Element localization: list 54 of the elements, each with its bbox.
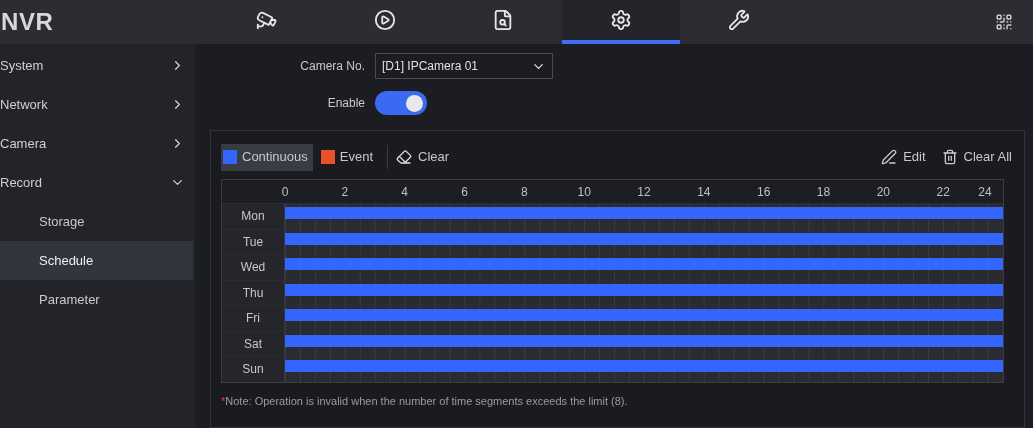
hour-label: 24	[978, 184, 992, 201]
hour-label: 20	[876, 184, 890, 201]
file-search-icon	[492, 9, 514, 31]
hour-label: 0	[281, 184, 289, 201]
trash-icon	[941, 149, 958, 165]
enable-toggle[interactable]	[375, 91, 427, 115]
day-label: Thu	[222, 280, 285, 305]
day-timeline[interactable]	[285, 357, 1003, 382]
day-timeline[interactable]	[285, 204, 1003, 229]
day-label: Sat	[222, 331, 285, 356]
camera-icon	[256, 9, 278, 31]
qr-code-button[interactable]	[995, 13, 1013, 31]
hour-label: 16	[757, 184, 771, 201]
hour-label: 14	[697, 184, 711, 201]
sidebar-item[interactable]: Camera	[0, 124, 195, 163]
qr-code-icon	[995, 13, 1013, 31]
legend-item[interactable]: Continuous	[221, 143, 313, 171]
nav-tab[interactable]	[562, 0, 680, 44]
clear-all-button[interactable]: Clear All	[941, 147, 1012, 167]
camera-dropdown[interactable]: [D1] IPCamera 01	[375, 53, 553, 79]
sidebar-item[interactable]: Network	[0, 85, 195, 124]
day-label: Wed	[222, 255, 285, 280]
note-text: Note: Operation is invalid when the number of time segments exceeds the limit (8).	[225, 394, 628, 407]
clear-button[interactable]: Clear	[394, 147, 452, 167]
eraser-icon	[396, 149, 413, 165]
hour-label: 6	[461, 184, 468, 201]
logo: NVR	[1, 7, 55, 37]
hour-label: 8	[521, 184, 528, 201]
day-label: Fri	[222, 306, 285, 331]
edit-button[interactable]: Edit	[881, 147, 926, 167]
enable-label: Enable	[326, 95, 366, 112]
hour-label: 18	[816, 184, 831, 201]
required-mark: *	[221, 394, 226, 407]
legend-item[interactable]: Event	[318, 143, 376, 171]
playback-icon	[374, 9, 396, 31]
day-label: Tue	[222, 229, 285, 254]
camera-no-label: Camera No.	[299, 58, 366, 75]
hour-label: 4	[401, 184, 408, 201]
sidebar-subitem[interactable]: Storage	[0, 202, 193, 241]
sidebar-subitem[interactable]: Parameter	[0, 280, 193, 319]
settings-icon	[610, 9, 632, 31]
sidebar-item[interactable]: Record	[0, 163, 195, 202]
day-label: Mon	[222, 204, 285, 229]
tools-icon	[728, 9, 750, 31]
hour-label: 12	[637, 184, 651, 201]
sidebar-subitem[interactable]: Schedule	[0, 241, 193, 280]
hour-label: 2	[341, 184, 349, 201]
day-timeline[interactable]	[285, 306, 1003, 331]
day-label: Sun	[222, 357, 285, 382]
hour-label: 22	[936, 184, 950, 201]
day-timeline[interactable]	[285, 255, 1003, 280]
hour-label: 10	[577, 184, 591, 201]
pen-icon	[881, 149, 898, 165]
sidebar-item[interactable]: System	[0, 46, 195, 85]
